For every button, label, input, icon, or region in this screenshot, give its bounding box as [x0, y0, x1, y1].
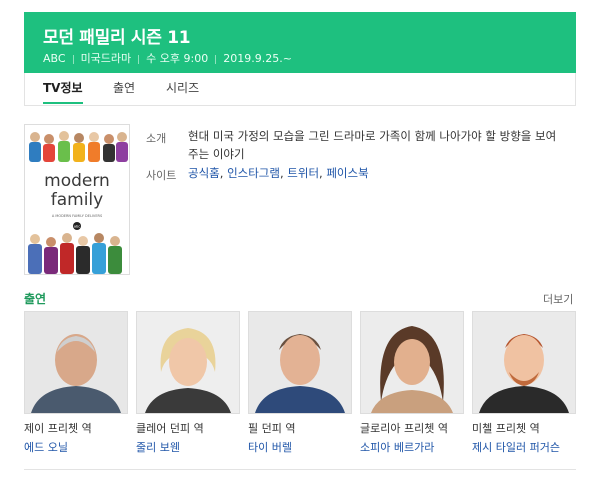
cast-actor-link[interactable]: 제시 타일러 퍼거슨 [472, 439, 576, 455]
tab-tv-info[interactable]: TV정보 [43, 73, 83, 104]
program-poster[interactable]: modern family A MODERN FAMILY DELIVERS a… [24, 124, 130, 275]
site-link-official[interactable]: 공식홈 [188, 166, 220, 180]
cast-card[interactable]: 필 던피 역 타이 버렐 [248, 311, 352, 455]
site-label: 사이트 [146, 169, 177, 182]
cast-photo[interactable] [136, 311, 240, 414]
premiere-date: 2019.9.25.~ [223, 52, 292, 65]
tab-bar: TV정보 출연 시리즈 [24, 73, 576, 106]
cast-photo[interactable] [248, 311, 352, 414]
cast-role: 클레어 던피 역 [136, 422, 204, 435]
cast-heading: 출연 [24, 292, 47, 306]
poster-tagline: A MODERN FAMILY DELIVERS [52, 214, 103, 218]
cast-role: 미첼 프리쳇 역 [472, 422, 540, 435]
network-label: ABC [43, 52, 66, 65]
poster-title-line2: family [51, 190, 103, 210]
intro-label: 소개 [146, 132, 167, 145]
program-title[interactable]: 모던 패밀리 시즌 11 [43, 23, 191, 48]
cast-photo[interactable] [472, 311, 576, 414]
cast-photo[interactable] [24, 311, 128, 414]
more-link[interactable]: 더보기 [543, 291, 573, 307]
program-meta: ABC 미국드라마 수 오후 9:00 2019.9.25.~ [43, 50, 292, 66]
schedule-label: 수 오후 9:00 [146, 52, 209, 65]
meta-divider [215, 54, 217, 64]
portrait-image [137, 312, 239, 413]
site-link-twitter[interactable]: 트위터 [287, 166, 319, 180]
intro-text: 현대 미국 가정의 모습을 그린 드라마로 가족이 함께 나아가야 할 방향을 … [188, 129, 557, 161]
poster-image: modern family A MODERN FAMILY DELIVERS a… [25, 125, 129, 274]
section-divider [24, 469, 576, 470]
portrait-image [473, 312, 575, 413]
cast-card[interactable]: 제이 프리쳇 역 에드 오닐 [24, 311, 128, 455]
cast-actor-link[interactable]: 타이 버렐 [248, 439, 352, 455]
portrait-image [249, 312, 351, 413]
cast-card[interactable]: 클레어 던피 역 줄리 보웬 [136, 311, 240, 455]
cast-role: 제이 프리쳇 역 [24, 422, 92, 435]
cast-actor-link[interactable]: 소피아 베르가라 [360, 439, 464, 455]
tab-series[interactable]: 시리즈 [166, 73, 199, 104]
portrait-image [25, 312, 127, 413]
cast-card[interactable]: 미첼 프리쳇 역 제시 타일러 퍼거슨 [472, 311, 576, 455]
cast-actor-link[interactable]: 에드 오닐 [24, 439, 128, 455]
portrait-image [361, 312, 463, 413]
program-header: 모던 패밀리 시즌 11 ABC 미국드라마 수 오후 9:00 2019.9.25.… [24, 12, 576, 73]
cast-role: 필 던피 역 [248, 422, 296, 435]
meta-divider [72, 54, 74, 64]
cast-card[interactable]: 글로리아 프리쳇 역 소피아 베르가라 [360, 311, 464, 455]
cast-photo[interactable] [360, 311, 464, 414]
cast-actor-link[interactable]: 줄리 보웬 [136, 439, 240, 455]
site-link-facebook[interactable]: 페이스북 [326, 166, 368, 180]
site-links: 공식홈, 인스타그램, 트위터, 페이스북 [188, 166, 369, 180]
cast-role: 글로리아 프리쳇 역 [360, 422, 448, 435]
poster-network-logo: abc [74, 225, 80, 229]
poster-title-line1: modern [44, 171, 110, 191]
meta-divider [138, 54, 140, 64]
site-link-instagram[interactable]: 인스타그램 [227, 166, 280, 180]
tab-cast[interactable]: 출연 [113, 73, 135, 104]
genre-label: 미국드라마 [80, 52, 132, 65]
